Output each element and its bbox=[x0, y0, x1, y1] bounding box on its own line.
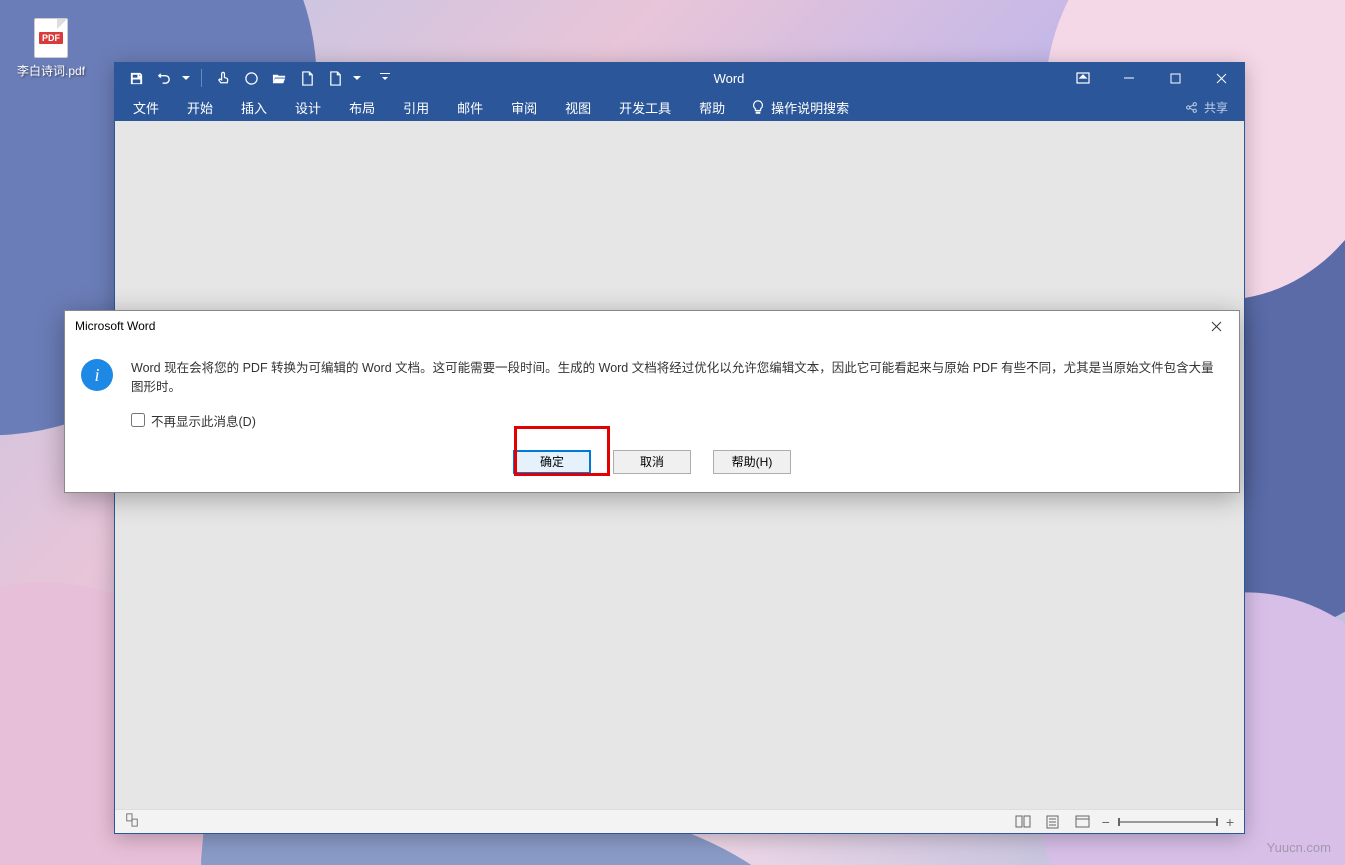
minimize-icon bbox=[1123, 72, 1135, 84]
dialog-title: Microsoft Word bbox=[75, 319, 155, 333]
zoom-in-button[interactable]: + bbox=[1226, 814, 1234, 830]
ribbon-tabs: 文件 开始 插入 设计 布局 引用 邮件 审阅 视图 开发工具 帮助 操作说明搜… bbox=[115, 93, 1244, 121]
undo-icon bbox=[157, 71, 172, 86]
titlebar: Word bbox=[115, 63, 1244, 93]
tab-insert[interactable]: 插入 bbox=[227, 93, 281, 121]
dont-show-again-checkbox[interactable]: 不再显示此消息(D) bbox=[131, 411, 1223, 430]
checkbox-input[interactable] bbox=[131, 413, 145, 427]
tab-home[interactable]: 开始 bbox=[173, 93, 227, 121]
print-layout-icon bbox=[1046, 815, 1059, 829]
new-button[interactable] bbox=[294, 65, 320, 91]
ok-button[interactable]: 确定 bbox=[513, 450, 591, 474]
new-document-icon bbox=[328, 71, 343, 86]
undo-dropdown[interactable] bbox=[179, 65, 193, 91]
tab-developer[interactable]: 开发工具 bbox=[605, 93, 685, 121]
share-icon bbox=[1185, 101, 1198, 114]
dialog-titlebar: Microsoft Word bbox=[65, 311, 1239, 341]
cancel-button[interactable]: 取消 bbox=[613, 450, 691, 474]
tab-design[interactable]: 设计 bbox=[281, 93, 335, 121]
page-icon bbox=[125, 813, 139, 827]
web-layout-icon bbox=[1075, 815, 1090, 828]
view-print-layout[interactable] bbox=[1042, 812, 1064, 832]
dialog-message: Word 现在会将您的 PDF 转换为可编辑的 Word 文档。这可能需要一段时… bbox=[131, 359, 1223, 397]
maximize-icon bbox=[1170, 73, 1181, 84]
tab-references[interactable]: 引用 bbox=[389, 93, 443, 121]
desktop-file-label: 李白诗词.pdf bbox=[15, 62, 87, 79]
tab-layout[interactable]: 布局 bbox=[335, 93, 389, 121]
minimize-button[interactable] bbox=[1106, 63, 1152, 93]
ribbon-display-icon bbox=[1076, 72, 1090, 84]
window-title: Word bbox=[398, 71, 1060, 86]
circle-button[interactable] bbox=[238, 65, 264, 91]
tab-help[interactable]: 帮助 bbox=[685, 93, 739, 121]
view-read-mode[interactable] bbox=[1012, 812, 1034, 832]
zoom-slider[interactable] bbox=[1118, 821, 1218, 823]
save-button[interactable] bbox=[123, 65, 149, 91]
save-icon bbox=[129, 71, 144, 86]
watermark: Yuucn.com bbox=[1267, 840, 1331, 855]
touch-icon bbox=[216, 71, 231, 86]
tab-mailings[interactable]: 邮件 bbox=[443, 93, 497, 121]
statusbar: − + bbox=[115, 809, 1244, 833]
pdf-convert-dialog: Microsoft Word i Word 现在会将您的 PDF 转换为可编辑的… bbox=[64, 310, 1240, 493]
circle-icon bbox=[244, 71, 259, 86]
new-document-icon bbox=[300, 71, 315, 86]
close-icon bbox=[1216, 73, 1227, 84]
undo-button[interactable] bbox=[151, 65, 177, 91]
customize-icon bbox=[380, 73, 390, 83]
close-button[interactable] bbox=[1198, 63, 1244, 93]
status-page-icon[interactable] bbox=[125, 813, 139, 830]
read-mode-icon bbox=[1015, 815, 1031, 828]
desktop-file-pdf[interactable]: PDF 李白诗词.pdf bbox=[15, 18, 87, 79]
help-button[interactable]: 帮助(H) bbox=[713, 450, 791, 474]
folder-open-icon bbox=[272, 71, 287, 86]
tab-view[interactable]: 视图 bbox=[551, 93, 605, 121]
window-controls bbox=[1060, 63, 1244, 93]
pdf-file-icon: PDF bbox=[34, 18, 68, 58]
info-icon: i bbox=[81, 359, 113, 391]
close-icon bbox=[1211, 321, 1222, 332]
chevron-down-icon bbox=[182, 76, 190, 81]
tab-file[interactable]: 文件 bbox=[119, 93, 173, 121]
qat-customize[interactable] bbox=[372, 65, 398, 91]
ribbon-display-button[interactable] bbox=[1060, 63, 1106, 93]
new-dropdown-button[interactable] bbox=[322, 65, 348, 91]
tab-review[interactable]: 审阅 bbox=[497, 93, 551, 121]
maximize-button[interactable] bbox=[1152, 63, 1198, 93]
share-button[interactable]: 共享 bbox=[1185, 99, 1240, 116]
tell-me-search[interactable]: 操作说明搜索 bbox=[739, 98, 861, 117]
zoom-out-button[interactable]: − bbox=[1102, 814, 1110, 830]
quick-access-toolbar bbox=[115, 65, 398, 91]
new-dropdown-arrow[interactable] bbox=[350, 65, 364, 91]
chevron-down-icon bbox=[353, 76, 361, 81]
dialog-close-button[interactable] bbox=[1203, 313, 1229, 339]
open-button[interactable] bbox=[266, 65, 292, 91]
touch-mode-button[interactable] bbox=[210, 65, 236, 91]
lightbulb-icon bbox=[751, 100, 765, 114]
view-web-layout[interactable] bbox=[1072, 812, 1094, 832]
